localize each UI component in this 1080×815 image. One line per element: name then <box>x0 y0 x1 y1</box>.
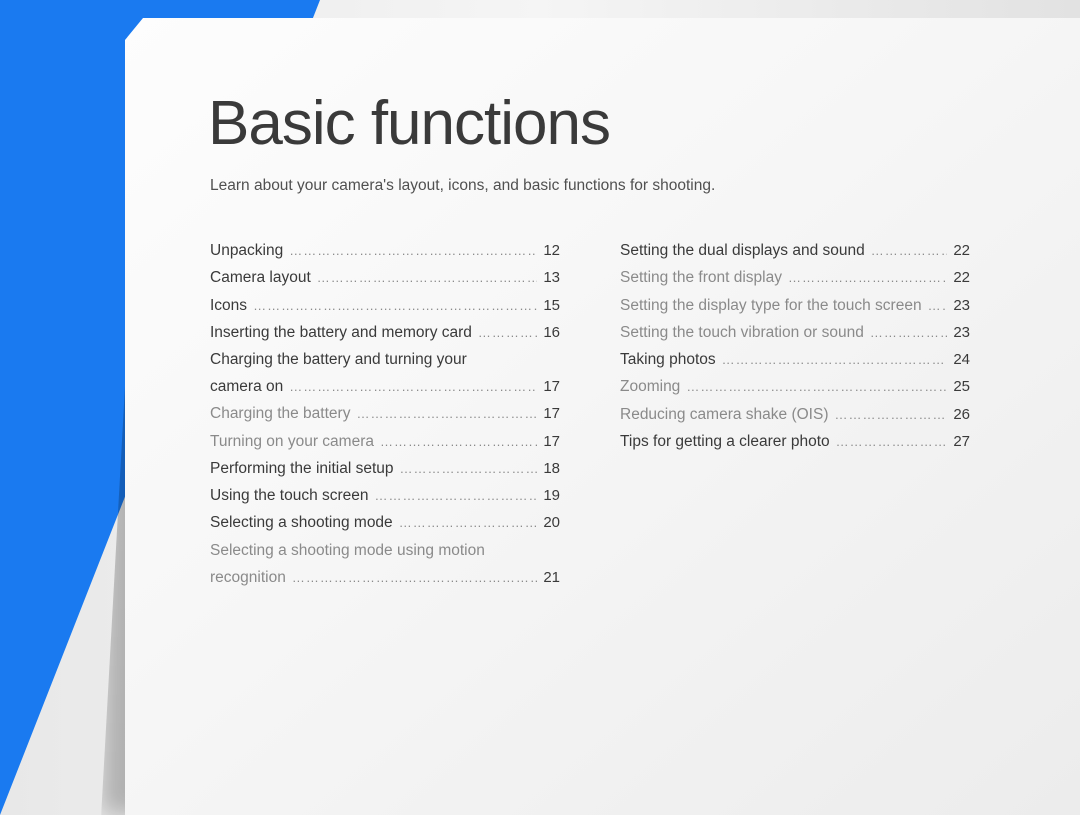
toc-entry[interactable]: Tips for getting a clearer photo 27 <box>620 428 970 455</box>
toc-label: Selecting a shooting mode using motion <box>210 537 560 564</box>
toc-leader <box>380 431 537 454</box>
toc-page-number: 12 <box>543 238 560 264</box>
toc-label: Camera layout <box>210 264 311 291</box>
toc-entry[interactable]: Performing the initial setup 18 <box>210 455 560 482</box>
toc-leader <box>375 485 538 508</box>
toc-page-number: 24 <box>953 347 970 373</box>
toc-label: Setting the dual displays and sound <box>620 237 865 264</box>
toc-page-number: 18 <box>543 456 560 482</box>
toc-label: Icons <box>210 292 247 319</box>
toc-leader <box>289 376 537 399</box>
toc-label: Tips for getting a clearer photo <box>620 428 830 455</box>
toc-entry[interactable]: Using the touch screen 19 <box>210 482 560 509</box>
toc-entry[interactable]: Taking photos 24 <box>620 346 970 373</box>
toc-entry[interactable]: Icons 15 <box>210 292 560 319</box>
toc-leader <box>836 431 948 454</box>
toc-entry[interactable]: Unpacking 12 <box>210 237 560 264</box>
toc-entry[interactable]: Inserting the battery and memory card 16 <box>210 319 560 346</box>
toc-leader <box>834 404 947 427</box>
toc-label: Taking photos <box>620 346 716 373</box>
toc-page-number: 19 <box>543 483 560 509</box>
toc-page-number: 22 <box>953 265 970 291</box>
toc-label: Setting the display type for the touch s… <box>620 292 922 319</box>
toc-entry[interactable]: Setting the dual displays and sound 22 <box>620 237 970 264</box>
toc-leader <box>356 403 537 426</box>
toc-page-number: 16 <box>543 320 560 346</box>
toc-label: Charging the battery and turning your <box>210 346 560 373</box>
toc-leader <box>400 458 538 481</box>
toc-page-number: 26 <box>953 402 970 428</box>
toc-entry[interactable]: Setting the front display 22 <box>620 264 970 291</box>
toc-page-number: 15 <box>543 293 560 319</box>
toc-leader <box>928 295 948 318</box>
toc-leader <box>292 567 537 590</box>
toc-label: Setting the front display <box>620 264 782 291</box>
toc-label: Zooming <box>620 373 680 400</box>
page-subtitle: Learn about your camera's layout, icons,… <box>210 177 1000 195</box>
document-page: Basic functions Learn about your camera'… <box>125 18 1080 815</box>
toc-leader <box>686 376 947 399</box>
toc-leader <box>478 322 537 345</box>
toc-label: Performing the initial setup <box>210 455 394 482</box>
toc-entry[interactable]: Reducing camera shake (OIS) 26 <box>620 401 970 428</box>
toc-entry[interactable]: Charging the battery and turning yourcam… <box>210 346 560 400</box>
toc-label: Turning on your camera <box>210 428 374 455</box>
toc-entry[interactable]: Zooming 25 <box>620 373 970 400</box>
toc-entry[interactable]: Camera layout 13 <box>210 264 560 291</box>
toc-label: Setting the touch vibration or sound <box>620 319 864 346</box>
toc-label: Reducing camera shake (OIS) <box>620 401 828 428</box>
toc-column-left: Unpacking12Camera layout13Icons15Inserti… <box>210 237 560 591</box>
toc-entry[interactable]: Setting the display type for the touch s… <box>620 292 970 319</box>
toc-page-number: 27 <box>953 429 970 455</box>
toc-page-number: 17 <box>543 374 560 400</box>
toc-label: Inserting the battery and memory card <box>210 319 472 346</box>
toc-label: recognition <box>210 564 286 591</box>
toc-page-number: 22 <box>953 238 970 264</box>
toc-leader <box>788 267 947 290</box>
toc-leader <box>289 240 537 263</box>
toc-label: Using the touch screen <box>210 482 369 509</box>
toc-label: Selecting a shooting mode <box>210 509 393 536</box>
toc-columns: Unpacking12Camera layout13Icons15Inserti… <box>210 237 1000 591</box>
toc-page-number: 21 <box>543 565 560 591</box>
toc-page-number: 23 <box>953 320 970 346</box>
toc-leader <box>870 322 947 345</box>
toc-leader <box>253 295 537 318</box>
page-title: Basic functions <box>208 88 1000 159</box>
toc-entry[interactable]: Setting the touch vibration or sound 23 <box>620 319 970 346</box>
toc-leader <box>722 349 948 372</box>
toc-entry[interactable]: Turning on your camera 17 <box>210 428 560 455</box>
toc-page-number: 17 <box>543 429 560 455</box>
toc-label: camera on <box>210 373 283 400</box>
toc-column-right: Setting the dual displays and sound22Set… <box>620 237 970 591</box>
toc-page-number: 23 <box>953 293 970 319</box>
toc-entry[interactable]: Charging the battery 17 <box>210 400 560 427</box>
toc-page-number: 17 <box>543 401 560 427</box>
toc-label: Unpacking <box>210 237 283 264</box>
toc-leader <box>871 240 948 263</box>
toc-page-number: 20 <box>543 510 560 536</box>
toc-page-number: 13 <box>543 265 560 291</box>
toc-entry[interactable]: Selecting a shooting mode 20 <box>210 509 560 536</box>
toc-entry[interactable]: Selecting a shooting mode using motionre… <box>210 537 560 591</box>
toc-label: Charging the battery <box>210 400 350 427</box>
toc-page-number: 25 <box>953 374 970 400</box>
toc-leader <box>399 512 538 535</box>
toc-leader <box>317 267 538 290</box>
